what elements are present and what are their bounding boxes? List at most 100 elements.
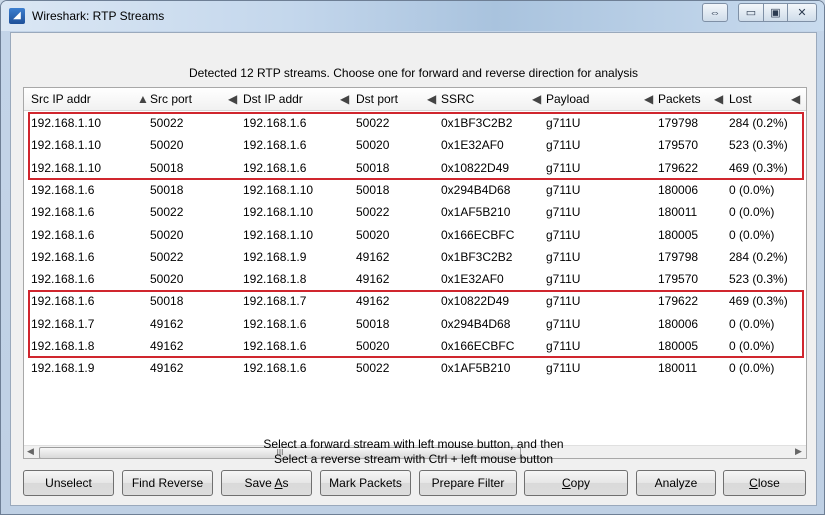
cell-dst-ip: 192.168.1.6: [243, 160, 307, 175]
cell-dst-port: 50020: [356, 138, 390, 153]
table-row[interactable]: 192.168.1.6 50020 192.168.1.10 50020 0x166EC…: [24, 224, 806, 246]
column-resize-icon: ◀: [427, 92, 437, 106]
cell-payload: g711U: [546, 116, 581, 130]
column-header-lost[interactable]: Lost: [729, 92, 752, 106]
save-as-button[interactable]: Save As: [221, 470, 312, 496]
cell-lost: 469 (0.3%): [729, 160, 788, 175]
cell-dst-port: 50022: [356, 205, 390, 220]
table-row[interactable]: 192.168.1.8 49162 192.168.1.6 50020 0x166ECB…: [24, 335, 806, 357]
cell-src-port: 49162: [150, 361, 184, 376]
unselect-button[interactable]: Unselect: [23, 470, 114, 496]
analyze-button[interactable]: Analyze: [636, 470, 716, 496]
close-window-button[interactable]: ✕: [787, 3, 817, 22]
cell-ssrc: 0x294B4D68: [441, 182, 511, 197]
cell-dst-ip: 192.168.1.10: [243, 227, 314, 242]
title-bar[interactable]: ◢ Wireshark: RTP Streams ⇔ ▭ ▣ ✕: [1, 1, 824, 31]
cell-src-port: 50020: [150, 227, 184, 242]
cell-packets: 180005: [658, 339, 699, 353]
cell-src-ip: 192.168.1.10: [31, 116, 102, 130]
cell-dst-port: 50018: [356, 316, 390, 331]
maximize-button[interactable]: ▣: [763, 3, 788, 22]
cell-dst-ip: 192.168.1.6: [243, 339, 307, 353]
cell-src-ip: 192.168.1.10: [31, 160, 102, 175]
cell-dst-ip: 192.168.1.10: [243, 182, 314, 197]
cell-dst-port: 50022: [356, 116, 390, 130]
cell-packets: 179570: [658, 138, 699, 153]
table-row[interactable]: 192.168.1.10 50018 192.168.1.6 50018 0x10822…: [24, 157, 806, 179]
column-header-ssrc[interactable]: SSRC: [441, 92, 474, 106]
cell-lost: 523 (0.3%): [729, 272, 788, 287]
cell-dst-ip: 192.168.1.10: [243, 205, 314, 220]
table-header: Src IP addr ▲ Src port ◀ Dst IP addr ◀ D…: [24, 88, 806, 111]
cell-dst-port: 49162: [356, 272, 390, 287]
cell-packets: 180011: [658, 361, 698, 376]
cell-src-port: 50018: [150, 294, 184, 309]
cell-ssrc: 0x166ECBFC: [441, 227, 515, 242]
table-row[interactable]: 192.168.1.10 50022 192.168.1.6 50022 0x1BF3C…: [24, 112, 806, 134]
cell-lost: 0 (0.0%): [729, 361, 775, 376]
column-resize-icon: ◀: [532, 92, 542, 106]
cell-payload: g711U: [546, 182, 581, 197]
table-row[interactable]: 192.168.1.6 50018 192.168.1.7 49162 0x10822D…: [24, 290, 806, 312]
table-row[interactable]: 192.168.1.6 50022 192.168.1.9 49162 0x1BF3C2…: [24, 246, 806, 268]
cell-payload: g711U: [546, 294, 581, 309]
cell-ssrc: 0x1AF5B210: [441, 205, 511, 220]
swap-windows-button[interactable]: ⇔: [702, 3, 728, 22]
cell-src-ip: 192.168.1.6: [31, 205, 95, 220]
cell-src-port: 50018: [150, 160, 184, 175]
cell-dst-port: 49162: [356, 294, 390, 309]
cell-lost: 0 (0.0%): [729, 316, 775, 331]
cell-src-port: 49162: [150, 316, 184, 331]
column-resize-icon: ◀: [644, 92, 654, 106]
cell-lost: 523 (0.3%): [729, 138, 788, 153]
cell-src-port: 50020: [150, 138, 184, 153]
cell-ssrc: 0x1E32AF0: [441, 272, 504, 287]
column-resize-icon: ◀: [714, 92, 724, 106]
minimize-button[interactable]: ▭: [738, 3, 764, 22]
cell-payload: g711U: [546, 249, 581, 264]
hint-line-1: Select a forward stream with left mouse …: [263, 437, 564, 451]
cell-ssrc: 0x294B4D68: [441, 316, 511, 331]
cell-packets: 179570: [658, 272, 699, 287]
cell-dst-ip: 192.168.1.6: [243, 138, 307, 153]
column-header-dst-ip[interactable]: Dst IP addr: [243, 92, 303, 106]
cell-packets: 179622: [658, 294, 699, 309]
rtp-streams-table[interactable]: Src IP addr ▲ Src port ◀ Dst IP addr ◀ D…: [23, 87, 807, 459]
find-reverse-button[interactable]: Find Reverse: [122, 470, 213, 496]
cell-src-port: 50022: [150, 249, 184, 264]
cell-packets: 180006: [658, 316, 699, 331]
cell-dst-port: 49162: [356, 249, 390, 264]
column-resize-icon: ◀: [791, 92, 801, 106]
cell-src-port: 50020: [150, 272, 184, 287]
cell-src-port: 50022: [150, 116, 184, 130]
cell-src-ip: 192.168.1.9: [31, 361, 95, 376]
column-header-src-port[interactable]: Src port: [150, 92, 192, 106]
table-row[interactable]: 192.168.1.6 50022 192.168.1.10 50022 0x1AF5B…: [24, 201, 806, 223]
cell-src-port: 50018: [150, 182, 184, 197]
cell-ssrc: 0x10822D49: [441, 294, 510, 309]
cell-dst-ip: 192.168.1.7: [243, 294, 307, 309]
mark-packets-button[interactable]: Mark Packets: [320, 470, 411, 496]
cell-dst-port: 50018: [356, 182, 390, 197]
cell-payload: g711U: [546, 272, 581, 287]
table-row[interactable]: 192.168.1.9 49162 192.168.1.6 50022 0x1AF5B2…: [24, 357, 806, 379]
cell-payload: g711U: [546, 205, 581, 220]
cell-dst-ip: 192.168.1.9: [243, 249, 307, 264]
table-row[interactable]: 192.168.1.10 50020 192.168.1.6 50020 0x1E32A…: [24, 134, 806, 156]
column-header-payload[interactable]: Payload: [546, 92, 589, 106]
copy-button[interactable]: Copy: [524, 470, 628, 496]
column-header-packets[interactable]: Packets: [658, 92, 701, 106]
cell-packets: 180011: [658, 205, 698, 220]
close-button[interactable]: Close: [723, 470, 806, 496]
cell-ssrc: 0x1BF3C2B2: [441, 116, 513, 130]
cell-ssrc: 0x1BF3C2B2: [441, 249, 513, 264]
column-header-dst-port[interactable]: Dst port: [356, 92, 398, 106]
cell-dst-ip: 192.168.1.6: [243, 116, 307, 130]
cell-packets: 179798: [658, 116, 699, 130]
cell-src-port: 49162: [150, 339, 184, 353]
table-row[interactable]: 192.168.1.6 50018 192.168.1.10 50018 0x294B4…: [24, 179, 806, 201]
prepare-filter-button[interactable]: Prepare Filter: [419, 470, 517, 496]
table-row[interactable]: 192.168.1.7 49162 192.168.1.6 50018 0x294B4D…: [24, 313, 806, 335]
column-header-src-ip[interactable]: Src IP addr: [31, 92, 91, 106]
table-row[interactable]: 192.168.1.6 50020 192.168.1.8 49162 0x1E32AF…: [24, 268, 806, 290]
